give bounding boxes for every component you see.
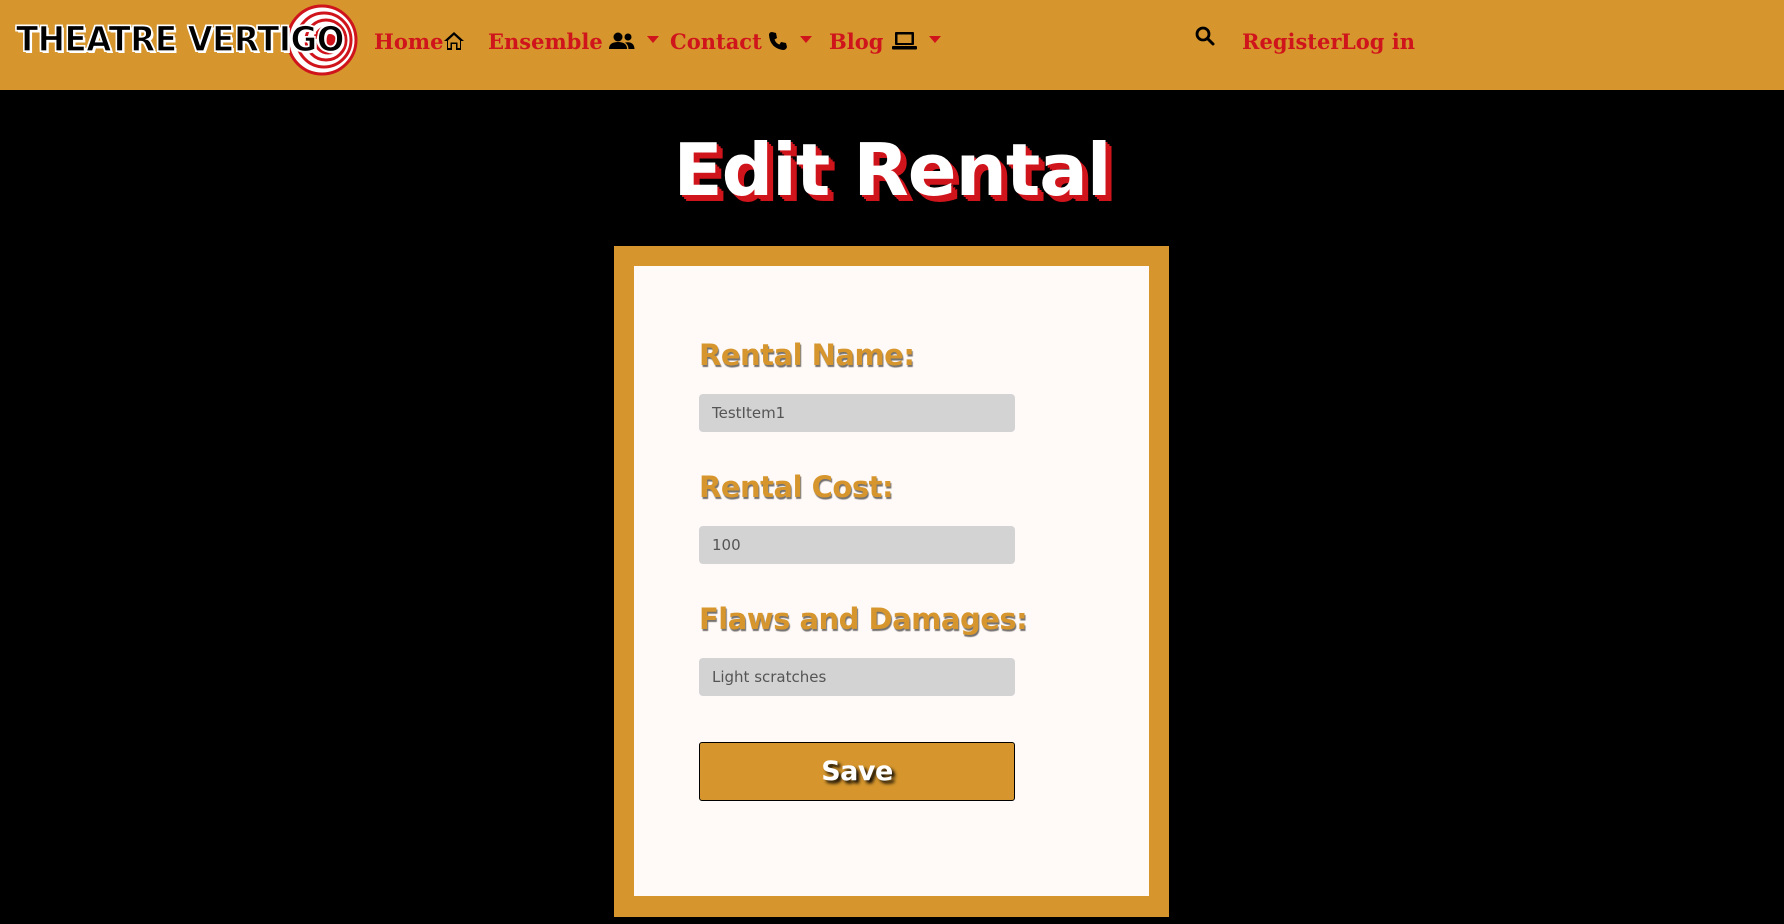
page-title: Edit Rental [673, 128, 1111, 212]
rental-cost-input[interactable] [699, 526, 1015, 564]
nav-blog-dropdown[interactable]: Blog [829, 24, 942, 58]
nav-home-link[interactable]: Home [374, 24, 465, 58]
edit-rental-form: Rental Name: Rental Cost: Flaws and Dama… [634, 266, 1149, 896]
home-icon [443, 31, 465, 51]
form-card-border: Rental Name: Rental Cost: Flaws and Dama… [614, 246, 1169, 917]
register-label: Register [1242, 28, 1342, 54]
rental-name-input[interactable] [699, 394, 1015, 432]
register-link[interactable]: Register [1242, 24, 1341, 58]
login-link[interactable]: Log in [1341, 24, 1415, 58]
flaws-damages-input[interactable] [699, 658, 1015, 696]
flaws-damages-label: Flaws and Damages: [699, 602, 1028, 636]
logo-text: THEATRE VERTIGO [15, 19, 345, 60]
logo[interactable]: THEATRE VERTIGO [15, 4, 358, 76]
rental-cost-label: Rental Cost: [699, 470, 894, 504]
nav-ensemble-dropdown[interactable]: Ensemble [488, 24, 659, 58]
search-icon[interactable] [1195, 26, 1217, 48]
nav-home-label: Home [374, 28, 444, 54]
chevron-down-icon [929, 35, 942, 43]
chevron-down-icon [646, 35, 659, 43]
nav-contact-label: Contact [670, 28, 762, 54]
rental-name-label: Rental Name: [699, 338, 915, 372]
save-button[interactable]: Save [699, 742, 1015, 801]
login-label: Log in [1341, 28, 1416, 54]
chevron-down-icon [799, 35, 812, 43]
laptop-icon [892, 31, 918, 51]
users-icon [608, 32, 635, 50]
nav-contact-dropdown[interactable]: Contact [670, 24, 812, 58]
navbar: THEATRE VERTIGO Home Ensemble Contact Bl… [0, 0, 1784, 90]
phone-icon [768, 31, 788, 51]
nav-ensemble-label: Ensemble [488, 28, 603, 54]
nav-blog-label: Blog [829, 28, 884, 54]
